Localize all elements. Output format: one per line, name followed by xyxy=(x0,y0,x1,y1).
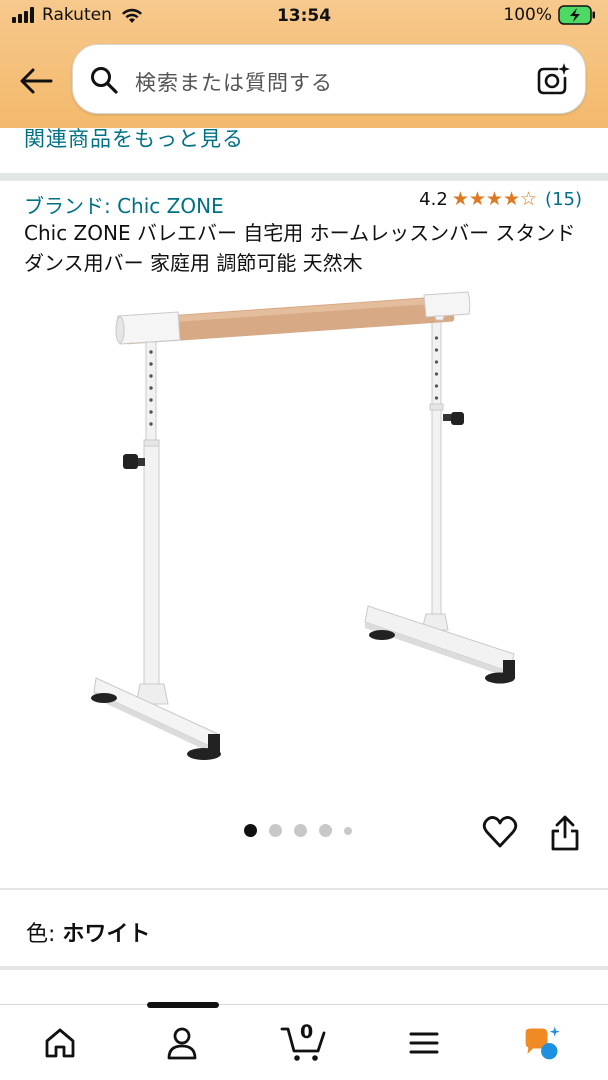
camera-search-icon[interactable] xyxy=(535,61,571,97)
rating-value: 4.2 xyxy=(419,189,448,210)
rufus-assistant-icon xyxy=(525,1026,560,1060)
carousel-dot[interactable] xyxy=(269,824,282,837)
cart-count: 0 xyxy=(300,1021,314,1043)
star-empty-icon: ☆ xyxy=(520,188,538,210)
share-icon[interactable] xyxy=(548,814,582,852)
nav-menu[interactable] xyxy=(404,1023,444,1063)
color-variant-row[interactable]: 色: ホワイト xyxy=(26,916,150,948)
section-divider xyxy=(0,173,608,181)
search-input[interactable]: 検索または質問する xyxy=(135,67,333,97)
related-products-link[interactable]: 関連商品をもっと見る xyxy=(24,123,244,153)
carousel-dot[interactable] xyxy=(344,826,352,835)
bottom-nav: 0 xyxy=(0,1004,608,1080)
search-box[interactable]: 検索または質問する xyxy=(72,44,586,114)
scroll-indicator xyxy=(147,1002,219,1008)
heart-icon[interactable] xyxy=(482,814,518,850)
color-label: 色: xyxy=(26,922,63,947)
color-value: ホワイト xyxy=(62,922,151,947)
account-icon xyxy=(167,1027,197,1060)
brand-link[interactable]: ブランド: Chic ZONE xyxy=(24,190,224,219)
nav-home[interactable] xyxy=(40,1023,80,1063)
home-icon xyxy=(45,1028,75,1058)
battery-icon xyxy=(558,5,595,25)
search-icon xyxy=(91,67,118,94)
menu-icon xyxy=(409,1032,439,1054)
status-right: 100% xyxy=(503,5,596,25)
back-arrow-icon xyxy=(20,68,53,94)
star-icon: ★ xyxy=(468,188,486,210)
nav-cart[interactable]: 0 xyxy=(280,1021,328,1063)
product-image[interactable] xyxy=(60,280,560,780)
section-divider xyxy=(0,966,608,970)
carousel-dot[interactable] xyxy=(319,824,332,837)
section-divider xyxy=(0,888,608,890)
nav-account[interactable] xyxy=(162,1023,202,1063)
battery-percent: 100% xyxy=(503,5,552,25)
star-icon: ★ xyxy=(451,188,469,210)
back-button[interactable] xyxy=(16,64,56,98)
carousel-dot-active[interactable] xyxy=(244,824,257,837)
star-icon: ★ xyxy=(485,188,503,210)
star-icon: ★ xyxy=(502,188,520,210)
product-title: Chic ZONE バレエバー 自宅用 ホームレッスンバー スタンド ダンス用バ… xyxy=(24,221,576,275)
review-count-link[interactable]: (15) xyxy=(545,189,582,210)
rating-summary[interactable]: 4.2 ★ ★ ★ ★ ☆ (15) xyxy=(419,189,582,210)
carousel-dot[interactable] xyxy=(294,824,307,837)
header: Rakuten 13:54 100% 検索または質問する xyxy=(0,0,608,128)
star-rating: ★ ★ ★ ★ ☆ xyxy=(452,190,537,209)
nav-rufus[interactable] xyxy=(522,1023,562,1063)
status-bar: Rakuten 13:54 100% xyxy=(0,0,608,34)
image-carousel-dots[interactable] xyxy=(244,824,352,837)
